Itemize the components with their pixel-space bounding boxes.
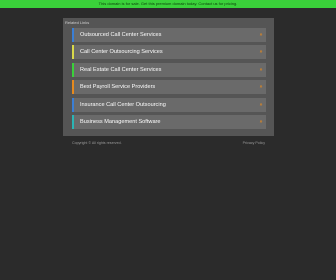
chevron-right-icon: » <box>259 32 263 38</box>
related-link-label: Call Center Outsourcing Services <box>80 49 163 56</box>
chevron-right-icon: » <box>259 49 263 56</box>
copyright-text: Copyright © All rights reserved. <box>72 141 122 145</box>
related-links-panel: Related Links Outsourced Call Center Ser… <box>63 18 274 136</box>
related-link-label: Business Management Software <box>80 118 161 125</box>
related-link-label: Real Estate Call Center Services <box>80 66 162 73</box>
related-link-label: Outsourced Call Center Services <box>80 32 162 38</box>
related-link-outsourced-call-center[interactable]: Outsourced Call Center Services » <box>72 28 266 42</box>
panel-label: Related Links <box>65 20 90 25</box>
chevron-right-icon: » <box>259 66 263 73</box>
related-link-payroll-service[interactable]: Best Payroll Service Providers » <box>72 80 266 95</box>
related-links-list: Outsourced Call Center Services » Call C… <box>72 28 266 132</box>
privacy-policy-link[interactable]: Privacy Policy <box>243 141 265 145</box>
related-link-business-management[interactable]: Business Management Software » <box>72 114 266 129</box>
related-link-call-center-outsourcing[interactable]: Call Center Outsourcing Services » <box>72 45 266 60</box>
related-link-insurance-call-center[interactable]: Insurance Call Center Outsourcing » <box>72 97 266 112</box>
related-link-label: Insurance Call Center Outsourcing <box>80 101 166 108</box>
chevron-right-icon: » <box>259 118 263 125</box>
related-link-real-estate-call-center[interactable]: Real Estate Call Center Services » <box>72 62 266 77</box>
related-link-label: Best Payroll Service Providers <box>80 84 156 91</box>
domain-sale-banner[interactable]: This domain is for sale. Get this premiu… <box>0 0 336 8</box>
chevron-right-icon: » <box>259 84 263 91</box>
footer: Copyright © All rights reserved. Privacy… <box>63 141 274 147</box>
chevron-right-icon: » <box>259 101 263 108</box>
